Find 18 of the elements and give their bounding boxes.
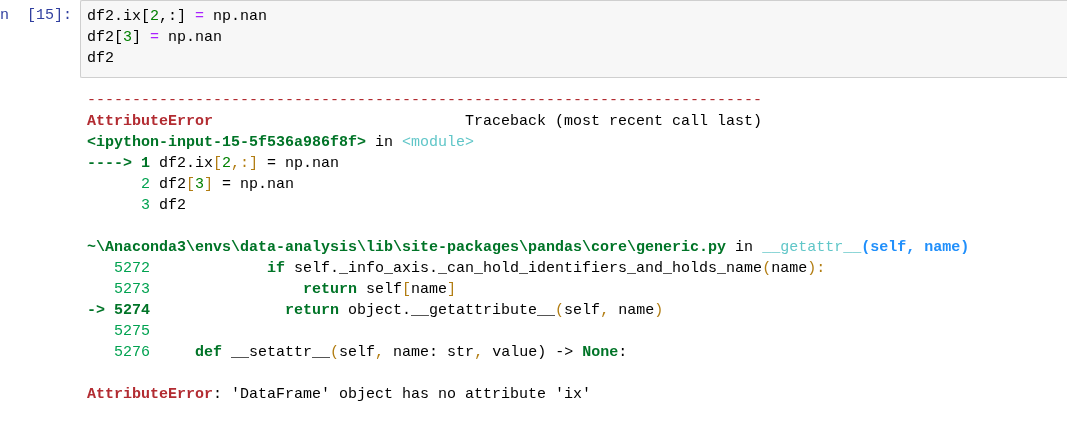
code-line: df2	[87, 49, 115, 69]
traceback-line: 5275	[113, 322, 151, 342]
code-input-cell[interactable]: df2.ix[2,:] = np.nan df2[3] = np.nan df2	[80, 0, 1067, 78]
code-line: df2[3] = np.nan	[87, 28, 224, 48]
code-line: df2.ix[2,:] = np.nan	[87, 7, 269, 27]
traceback-line: -> 5274 return object.__getattribute__(self, name)	[87, 301, 665, 321]
input-prompt: n [15]:	[0, 6, 73, 26]
traceback-line: 3 df2	[140, 196, 188, 216]
traceback-line: AttributeError Traceback (most recent call last)	[87, 112, 764, 132]
traceback-line: 5272 if self._info_axis._can_hold_identifiers_and_holds_name(name):	[113, 259, 827, 279]
traceback-line: ----> 1 df2.ix[2,:] = np.nan	[87, 154, 341, 174]
traceback-line: 5276 def __setattr__(self, name: str, value) -> None:	[113, 343, 629, 363]
traceback-line: ~\Anaconda3\envs\data-analysis\lib\site-packages\pandas\core\generic.py in __getattr__(self, name)	[87, 238, 971, 258]
traceback-line: AttributeError: 'DataFrame' object has no attribute 'ix'	[87, 385, 593, 405]
traceback-line: ---------------------------------------------------------------------------	[87, 91, 764, 111]
traceback-line: <ipython-input-15-5f536a986f8f> in <module>	[87, 133, 476, 153]
traceback-line: 2 df2[3] = np.nan	[140, 175, 296, 195]
traceback-line: 5273 return self[name]	[113, 280, 458, 300]
